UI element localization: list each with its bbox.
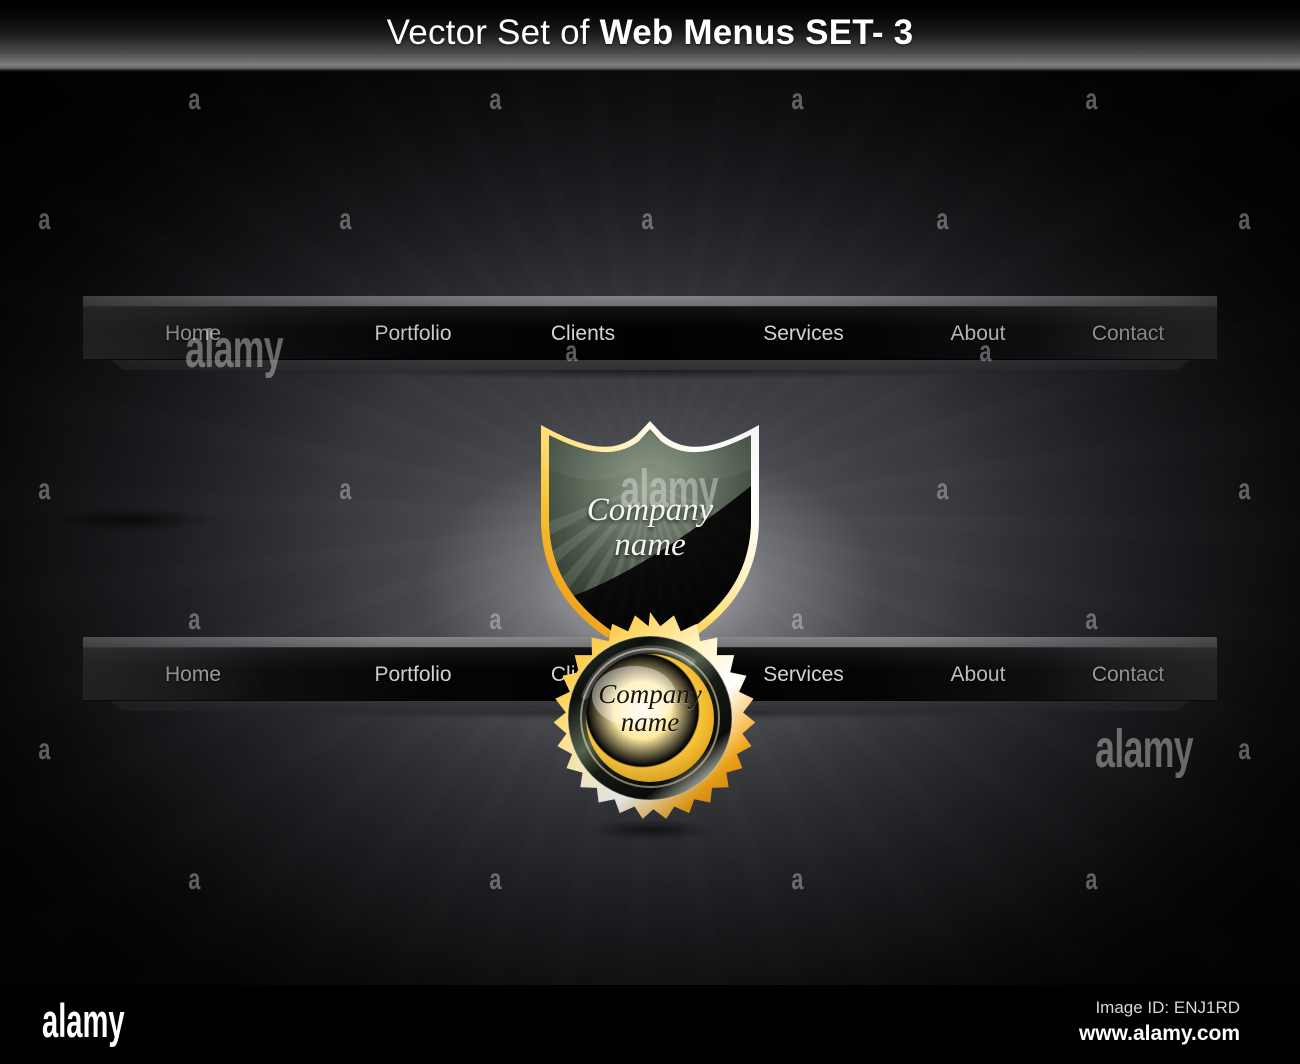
title-part-2: Web Menus <box>599 13 796 52</box>
footer-bar: alamy Image ID: ENJ1RD www.alamy.com <box>0 985 1300 1064</box>
alamy-url: www.alamy.com <box>1078 1022 1240 1045</box>
watermark-letter: a <box>339 203 352 236</box>
image-id-label: Image ID: ENJ1RD <box>1095 998 1240 1017</box>
watermark-letter: a <box>1085 83 1098 116</box>
watermark-letter: a <box>489 863 502 896</box>
menu-item-home[interactable]: Home <box>83 323 303 344</box>
alamy-logo: alamy <box>42 994 125 1047</box>
watermark-letter: a <box>1085 863 1098 896</box>
watermark-letter: a <box>489 83 502 116</box>
watermark-letter: a <box>188 863 201 896</box>
menu-bar-shield-shadow <box>150 370 1150 396</box>
shield-drop-shadow <box>20 503 242 537</box>
badge-emblem[interactable]: Company name <box>542 610 758 826</box>
watermark-letter: a <box>641 203 654 236</box>
watermark-letter: a <box>188 83 201 116</box>
watermark-letter: a <box>1238 473 1251 506</box>
title-part-1: Vector Set of <box>386 13 600 52</box>
badge-seal-icon <box>553 612 756 819</box>
watermark-letter: a <box>38 473 51 506</box>
menu-bar-badge: Home Portfolio Clients Services About Co… <box>0 612 1300 845</box>
page-title-bar: Vector Set of Web Menus SET- 3 <box>0 0 1300 69</box>
watermark-letter: a <box>339 473 352 506</box>
watermark-letter: a <box>38 733 51 766</box>
menu-item-contact[interactable]: Contact <box>1038 323 1218 344</box>
artwork-canvas: Home Portfolio Clients Services About Co… <box>0 72 1300 985</box>
screenshot-root: Vector Set of Web Menus SET- 3 Home Port… <box>0 0 1300 1064</box>
menu-item-clients[interactable]: Clients <box>488 323 678 344</box>
watermark-letter: a <box>936 473 949 506</box>
page-title: Vector Set of Web Menus SET- 3 <box>387 15 914 50</box>
menu-bar-shield-items: Home Portfolio Clients Services About Co… <box>83 306 1217 360</box>
title-part-3: SET- 3 <box>795 13 914 52</box>
watermark-letter: a <box>38 203 51 236</box>
watermark-letter: a <box>791 83 804 116</box>
menu-item-services[interactable]: Services <box>701 323 906 344</box>
menu-item-home-2[interactable]: Home <box>83 664 303 685</box>
watermark-letter: a <box>791 863 804 896</box>
watermark-letter: a <box>1238 733 1251 766</box>
watermark-letter: a <box>936 203 949 236</box>
menu-item-contact-2[interactable]: Contact <box>1038 664 1218 685</box>
watermark-letter: a <box>1238 203 1251 236</box>
menu-bar-shield: Home Portfolio Clients Services About Co… <box>0 278 1300 661</box>
